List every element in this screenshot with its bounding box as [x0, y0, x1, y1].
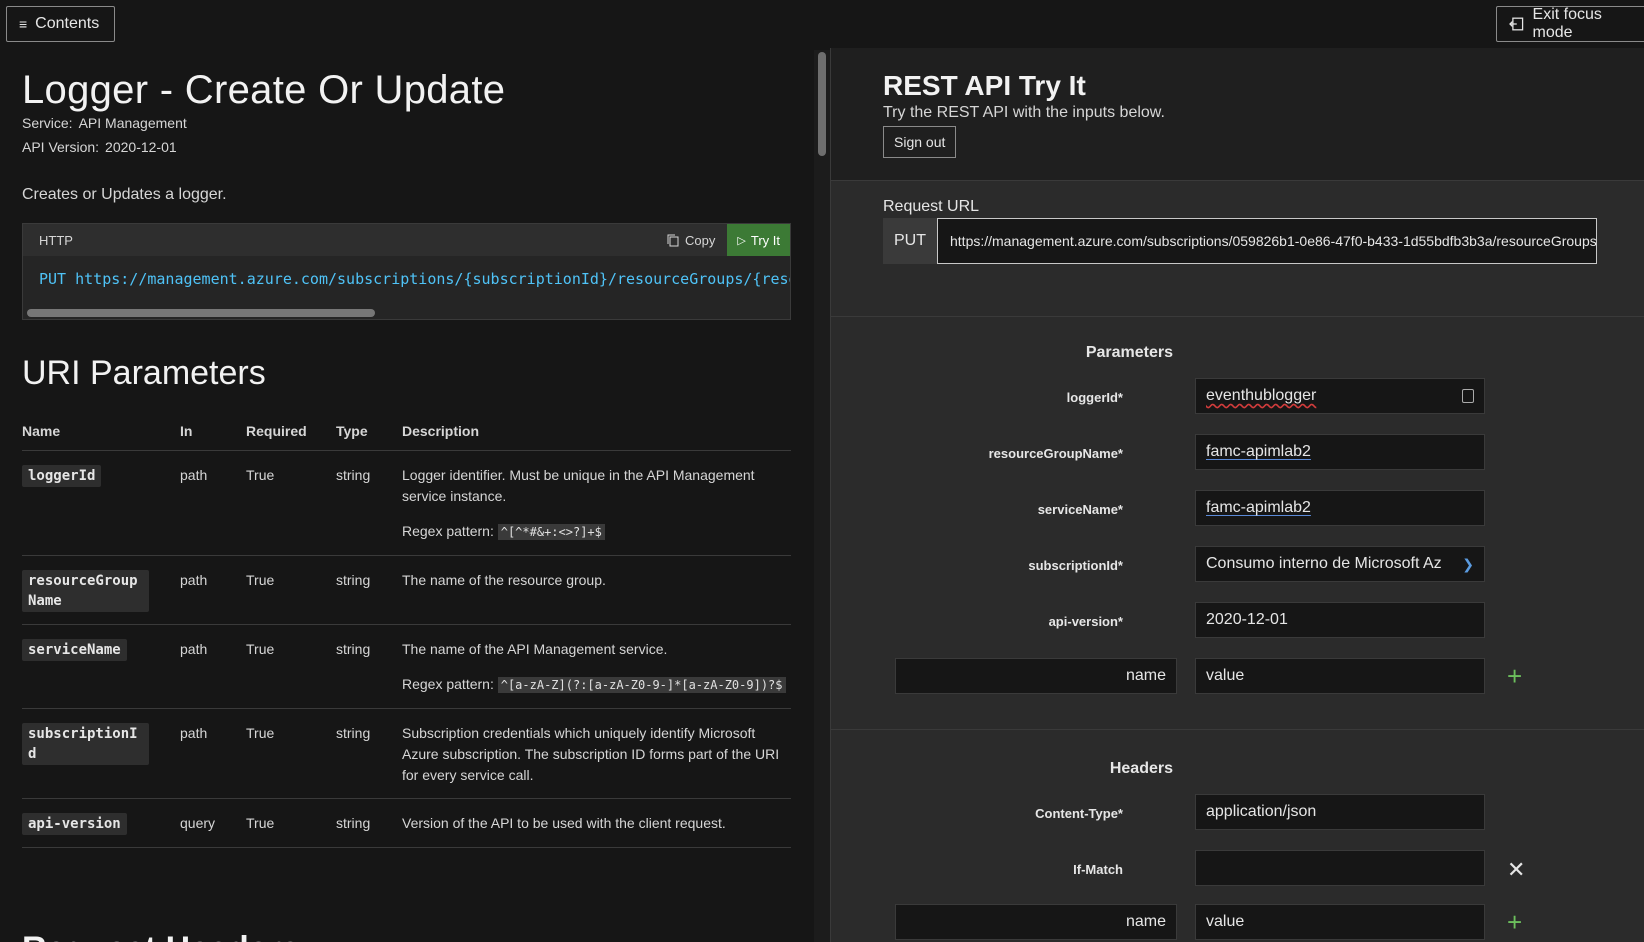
vertical-scrollbar-thumb[interactable]	[818, 52, 826, 156]
service-name-label: serviceName*	[1037, 502, 1123, 517]
col-type: Type	[336, 412, 402, 451]
service-name-input[interactable]: famc-apimlab2	[1195, 490, 1485, 526]
headers-title: Headers	[1109, 760, 1173, 777]
horizontal-scrollbar[interactable]	[27, 309, 375, 317]
param-description: The name of the resource group.	[402, 555, 791, 625]
http-verb: PUT	[39, 270, 67, 288]
contents-button[interactable]: ≡ Contents	[6, 6, 115, 42]
table-row: api-version query True string Version of…	[22, 798, 791, 848]
param-description: Version of the API to be used with the c…	[402, 798, 791, 848]
vertical-scrollbar-track[interactable]	[814, 50, 830, 942]
request-url-row: PUT https://management.azure.com/subscri…	[883, 218, 1597, 264]
api-version-meta: API Version: 2020-12-01	[22, 139, 177, 155]
divider	[831, 316, 1644, 317]
api-version-label: api-version*	[1048, 614, 1123, 629]
table-row: loggerId path True string Logger identif…	[22, 450, 791, 556]
header-name-input[interactable]: name	[895, 904, 1177, 940]
content-type-label: Content-Type*	[1035, 806, 1123, 821]
col-description: Description	[402, 412, 791, 451]
autofill-icon	[1462, 389, 1474, 403]
col-in: In	[180, 412, 246, 451]
regex-pattern: Regex pattern: ^[a-zA-Z](?:[a-zA-Z0-9-]*…	[402, 674, 791, 696]
play-icon: ▷	[737, 234, 746, 247]
contents-label: Contents	[35, 15, 100, 32]
uri-parameters-table: Name In Required Type Description logger…	[22, 412, 791, 848]
try-it-pane: REST API Try It Try the REST API with th…	[830, 48, 1644, 942]
col-required: Required	[246, 412, 336, 451]
api-version-input[interactable]: 2020-12-01	[1195, 602, 1485, 638]
param-value-input[interactable]: value	[1195, 658, 1485, 694]
if-match-label: If-Match	[1073, 862, 1123, 877]
param-name: resourceGroupName	[22, 569, 149, 612]
code-language: HTTP	[39, 232, 73, 248]
table-row: serviceName path True string The name of…	[22, 624, 791, 709]
param-description: Logger identifier. Must be unique in the…	[402, 466, 755, 504]
try-it-header: REST API Try It Try the REST API with th…	[831, 48, 1644, 181]
code-body: PUT https://management.azure.com/subscri…	[23, 256, 790, 306]
try-it-button[interactable]: ▷ Try It	[727, 224, 790, 256]
service-meta: Service: API Management	[22, 115, 187, 131]
logger-id-label: loggerId*	[1066, 390, 1123, 405]
col-name: Name	[22, 412, 180, 451]
content-type-input[interactable]: application/json	[1195, 794, 1485, 830]
if-match-input[interactable]	[1195, 850, 1485, 886]
resource-group-name-label: resourceGroupName*	[988, 446, 1123, 461]
documentation-pane: Logger - Create Or Update Service: API Ma…	[0, 48, 814, 942]
page-description: Creates or Updates a logger.	[22, 186, 227, 203]
table-row: resourceGroupName path True string The n…	[22, 555, 791, 625]
request-headers-title: Request Headers	[22, 930, 300, 942]
param-description: The name of the API Management service.	[402, 640, 668, 657]
request-url-field[interactable]: https://management.azure.com/subscriptio…	[937, 218, 1597, 264]
table-header-row: Name In Required Type Description	[22, 412, 791, 451]
header-value-input[interactable]: value	[1195, 904, 1485, 940]
top-bar: ≡ Contents Exit focus mode	[0, 0, 1644, 48]
resource-group-name-input[interactable]: famc-apimlab2	[1195, 434, 1485, 470]
http-code-block: HTTP Copy ▷ Try It PUT https://managemen…	[22, 223, 791, 320]
exit-label: Exit focus mode	[1532, 6, 1602, 41]
exit-icon	[1509, 17, 1524, 31]
subscription-id-select[interactable]: Consumo interno de Microsoft Az ❯	[1195, 546, 1485, 582]
page-title: Logger - Create Or Update	[22, 68, 506, 112]
request-url-label: Request URL	[883, 198, 980, 215]
try-it-subtitle: Try the REST API with the inputs below.	[883, 104, 1165, 121]
param-name: loggerId	[22, 464, 102, 487]
add-parameter-plus-icon[interactable]: +	[1507, 663, 1522, 689]
param-name: serviceName	[22, 638, 127, 661]
sign-out-button[interactable]: Sign out	[883, 126, 957, 158]
subscription-id-label: subscriptionId*	[1028, 558, 1123, 573]
parameters-title: Parameters	[1085, 344, 1173, 361]
request-verb: PUT	[883, 218, 937, 264]
copy-button[interactable]: Copy	[655, 224, 727, 256]
param-name: api-version	[22, 812, 127, 835]
uri-parameters-title: URI Parameters	[22, 354, 266, 392]
exit-focus-mode-button[interactable]: Exit focus mode	[1496, 6, 1644, 42]
regex-pattern: Regex pattern: ^[^*#&+:<>?]+$	[402, 521, 791, 543]
code-actions: Copy ▷ Try It	[655, 224, 790, 256]
param-name: subscriptionId	[22, 722, 149, 765]
remove-header-close-icon[interactable]: ✕	[1507, 859, 1525, 881]
menu-icon: ≡	[19, 16, 28, 32]
param-name-input[interactable]: name	[895, 658, 1177, 694]
logger-id-input[interactable]: eventhublogger	[1195, 378, 1485, 414]
param-description: Subscription credentials which uniquely …	[402, 708, 791, 799]
divider	[831, 729, 1644, 730]
add-header-plus-icon[interactable]: +	[1507, 909, 1522, 935]
try-it-title: REST API Try It	[883, 70, 1086, 101]
table-row: subscriptionId path True string Subscrip…	[22, 708, 791, 799]
http-url: https://management.azure.com/subscriptio…	[75, 270, 790, 288]
copy-icon	[667, 234, 679, 246]
chevron-down-icon: ❯	[1462, 555, 1474, 572]
